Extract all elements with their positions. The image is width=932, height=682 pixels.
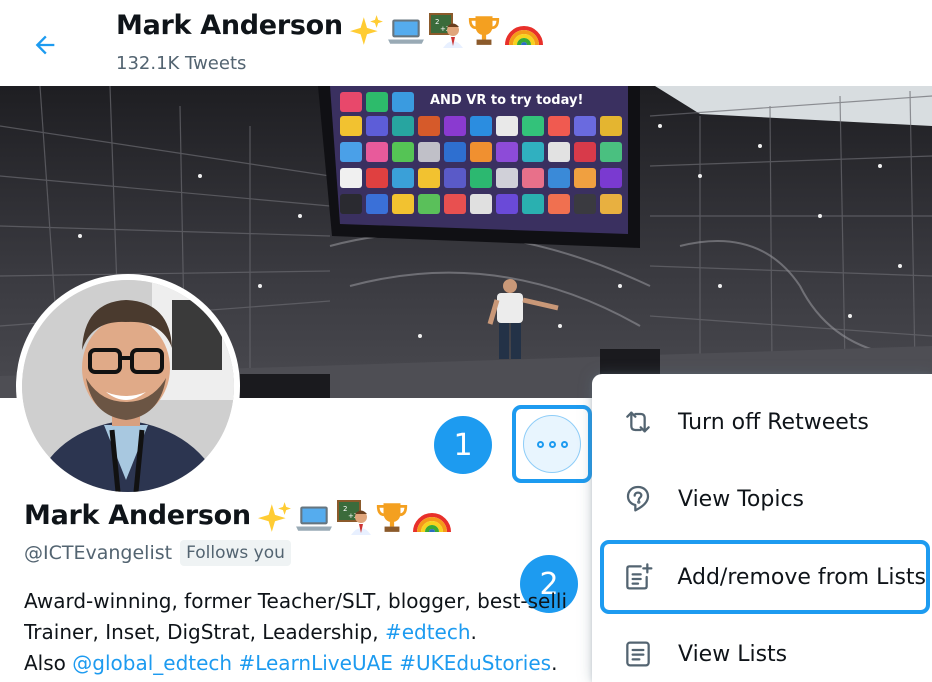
bio-line-2: Trainer, Inset, DigStrat, Leadership, #e…	[24, 617, 599, 648]
hashtag-link[interactable]: #edtech	[385, 620, 471, 644]
profile-handle: @ICTEvangelist	[24, 542, 173, 564]
back-button[interactable]	[22, 22, 68, 68]
menu-item-label: View Topics	[678, 486, 804, 512]
trophy-emoji	[468, 16, 500, 45]
arrow-left-icon	[35, 35, 55, 55]
teacher-emoji: 2 +2	[337, 500, 371, 535]
menu-item-add-remove-lists[interactable]: Add/remove from Lists	[600, 540, 930, 614]
sparkles-emoji	[350, 15, 383, 45]
laptop-emoji	[388, 19, 424, 44]
profile-name-text: Mark Anderson	[24, 500, 251, 531]
follows-you-badge: Follows you	[180, 540, 291, 566]
list-icon	[620, 636, 656, 672]
topics-icon	[620, 481, 656, 517]
avatar-photo	[22, 280, 234, 492]
menu-item-view-lists[interactable]: View Lists	[600, 617, 926, 682]
profile-header: Mark Anderson 2 +2 132.1K Tweets	[0, 0, 932, 86]
more-horizontal-icon	[523, 415, 581, 473]
profile-bio: Award-winning, former Teacher/SLT, blogg…	[24, 586, 599, 679]
menu-item-view-topics[interactable]: View Topics	[600, 462, 926, 536]
sparkles-emoji	[258, 502, 291, 532]
rainbow-emoji	[505, 26, 543, 46]
profile-emojis: 2 +2	[258, 499, 452, 535]
menu-item-label: View Lists	[678, 641, 788, 667]
laptop-emoji	[296, 506, 332, 531]
svg-text:2: 2	[435, 18, 439, 26]
hashtag-link[interactable]: #LearnLiveUAE	[238, 651, 392, 675]
mention-link[interactable]: @global_edtech	[72, 651, 232, 675]
profile-avatar[interactable]	[16, 274, 240, 498]
tweet-count: 132.1K Tweets	[116, 53, 247, 74]
bio-text: .	[551, 651, 558, 675]
handle-row: @ICTEvangelist Follows you	[24, 540, 291, 566]
svg-text:2: 2	[343, 505, 347, 513]
bio-text: .	[470, 620, 477, 644]
retweet-icon	[620, 404, 656, 440]
teacher-emoji: 2 +2	[429, 13, 463, 48]
more-options-menu: Turn off Retweets View Topics View Lists	[592, 374, 932, 682]
header-emojis: 2 +2	[350, 12, 544, 48]
hashtag-link[interactable]: #UKEduStories	[399, 651, 551, 675]
header-name-text: Mark Anderson	[116, 10, 343, 41]
more-options-button[interactable]	[512, 405, 592, 483]
header-name: Mark Anderson	[116, 10, 343, 41]
menu-item-label: Turn off Retweets	[678, 409, 869, 435]
trophy-emoji	[376, 503, 408, 532]
list-add-icon	[620, 559, 655, 595]
banner-screen-text: AND VR to try today!	[430, 93, 583, 108]
menu-item-turn-off-retweets[interactable]: Turn off Retweets	[600, 385, 926, 459]
profile-name: Mark Anderson	[24, 500, 251, 531]
rainbow-emoji	[413, 513, 451, 533]
bio-text: Trainer, Inset, DigStrat, Leadership,	[24, 620, 385, 644]
menu-item-label: Add/remove from Lists	[677, 564, 926, 590]
step-badge-1: 1	[434, 416, 492, 474]
bio-line-1: Award-winning, former Teacher/SLT, blogg…	[24, 589, 568, 613]
bio-text: Also	[24, 651, 73, 675]
bio-line-3: Also @global_edtech #LearnLiveUAE #UKEdu…	[24, 648, 599, 679]
